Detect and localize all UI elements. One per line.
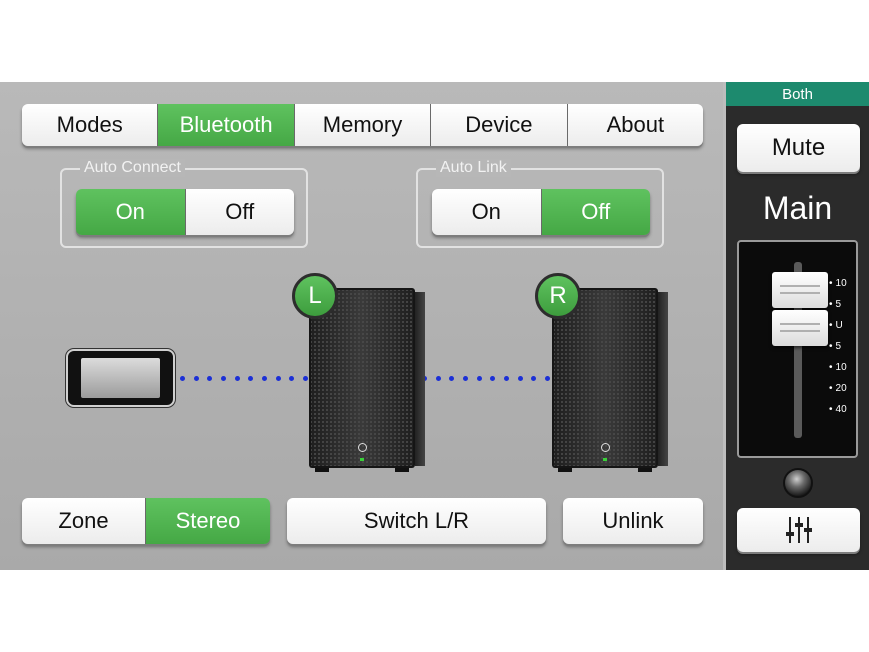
- auto-connect-off-button[interactable]: Off: [184, 189, 294, 235]
- fader-scale-mark: 5: [829, 341, 842, 353]
- left-to-right-link: [422, 376, 550, 382]
- fader-cap-upper[interactable]: [772, 272, 828, 308]
- auto-link-group: Auto Link On Off: [416, 159, 664, 248]
- phone-to-left-link: [180, 376, 308, 382]
- sliders-icon: [785, 517, 812, 543]
- app-window: Modes Bluetooth Memory Device About Auto…: [0, 82, 869, 570]
- fader-settings-button[interactable]: [737, 508, 860, 552]
- phone-icon: [66, 349, 175, 407]
- tab-about[interactable]: About: [566, 104, 703, 146]
- tab-bluetooth[interactable]: Bluetooth: [157, 104, 294, 146]
- main-panel: Modes Bluetooth Memory Device About Auto…: [0, 82, 723, 570]
- auto-link-on-button[interactable]: On: [432, 189, 541, 235]
- tab-bar: Modes Bluetooth Memory Device About: [22, 104, 703, 146]
- fader-scale-mark: 10: [829, 362, 847, 374]
- unlink-button[interactable]: Unlink: [563, 498, 703, 544]
- fader-scale-mark: 40: [829, 404, 847, 416]
- auto-link-toggle: On Off: [432, 189, 650, 235]
- zone-button[interactable]: Zone: [22, 498, 145, 544]
- tab-modes[interactable]: Modes: [22, 104, 158, 146]
- fader-scale-mark: 10: [829, 278, 847, 290]
- auto-link-off-button[interactable]: Off: [540, 189, 650, 235]
- fader-scale-mark: U: [829, 320, 843, 332]
- auto-connect-on-button[interactable]: On: [76, 189, 185, 235]
- auto-connect-label: Auto Connect: [80, 159, 185, 177]
- auto-link-label: Auto Link: [436, 159, 511, 177]
- channel-label: Main: [762, 190, 833, 226]
- tab-device[interactable]: Device: [430, 104, 567, 146]
- fader-panel: 10 5 U 5 10 20 40: [737, 240, 858, 458]
- channel-strip: Both Mute Main 10 5 U 5 10 20 40: [723, 82, 869, 570]
- auto-connect-toggle: On Off: [76, 189, 294, 235]
- tab-memory[interactable]: Memory: [293, 104, 431, 146]
- right-speaker-badge: R: [535, 273, 581, 319]
- stereo-button[interactable]: Stereo: [145, 498, 270, 544]
- knob-icon[interactable]: [783, 468, 813, 498]
- auto-connect-group: Auto Connect On Off: [60, 159, 308, 248]
- zone-stereo-toggle: Zone Stereo: [22, 498, 270, 544]
- switch-lr-button[interactable]: Switch L/R: [287, 498, 546, 544]
- fader-scale-mark: 20: [829, 383, 847, 395]
- fader-scale-mark: 5: [829, 299, 842, 311]
- fader-handle[interactable]: [772, 310, 828, 346]
- phone-screen: [81, 358, 160, 398]
- target-bar[interactable]: Both: [726, 82, 869, 106]
- mute-button[interactable]: Mute: [737, 124, 860, 172]
- left-speaker-badge: L: [292, 273, 338, 319]
